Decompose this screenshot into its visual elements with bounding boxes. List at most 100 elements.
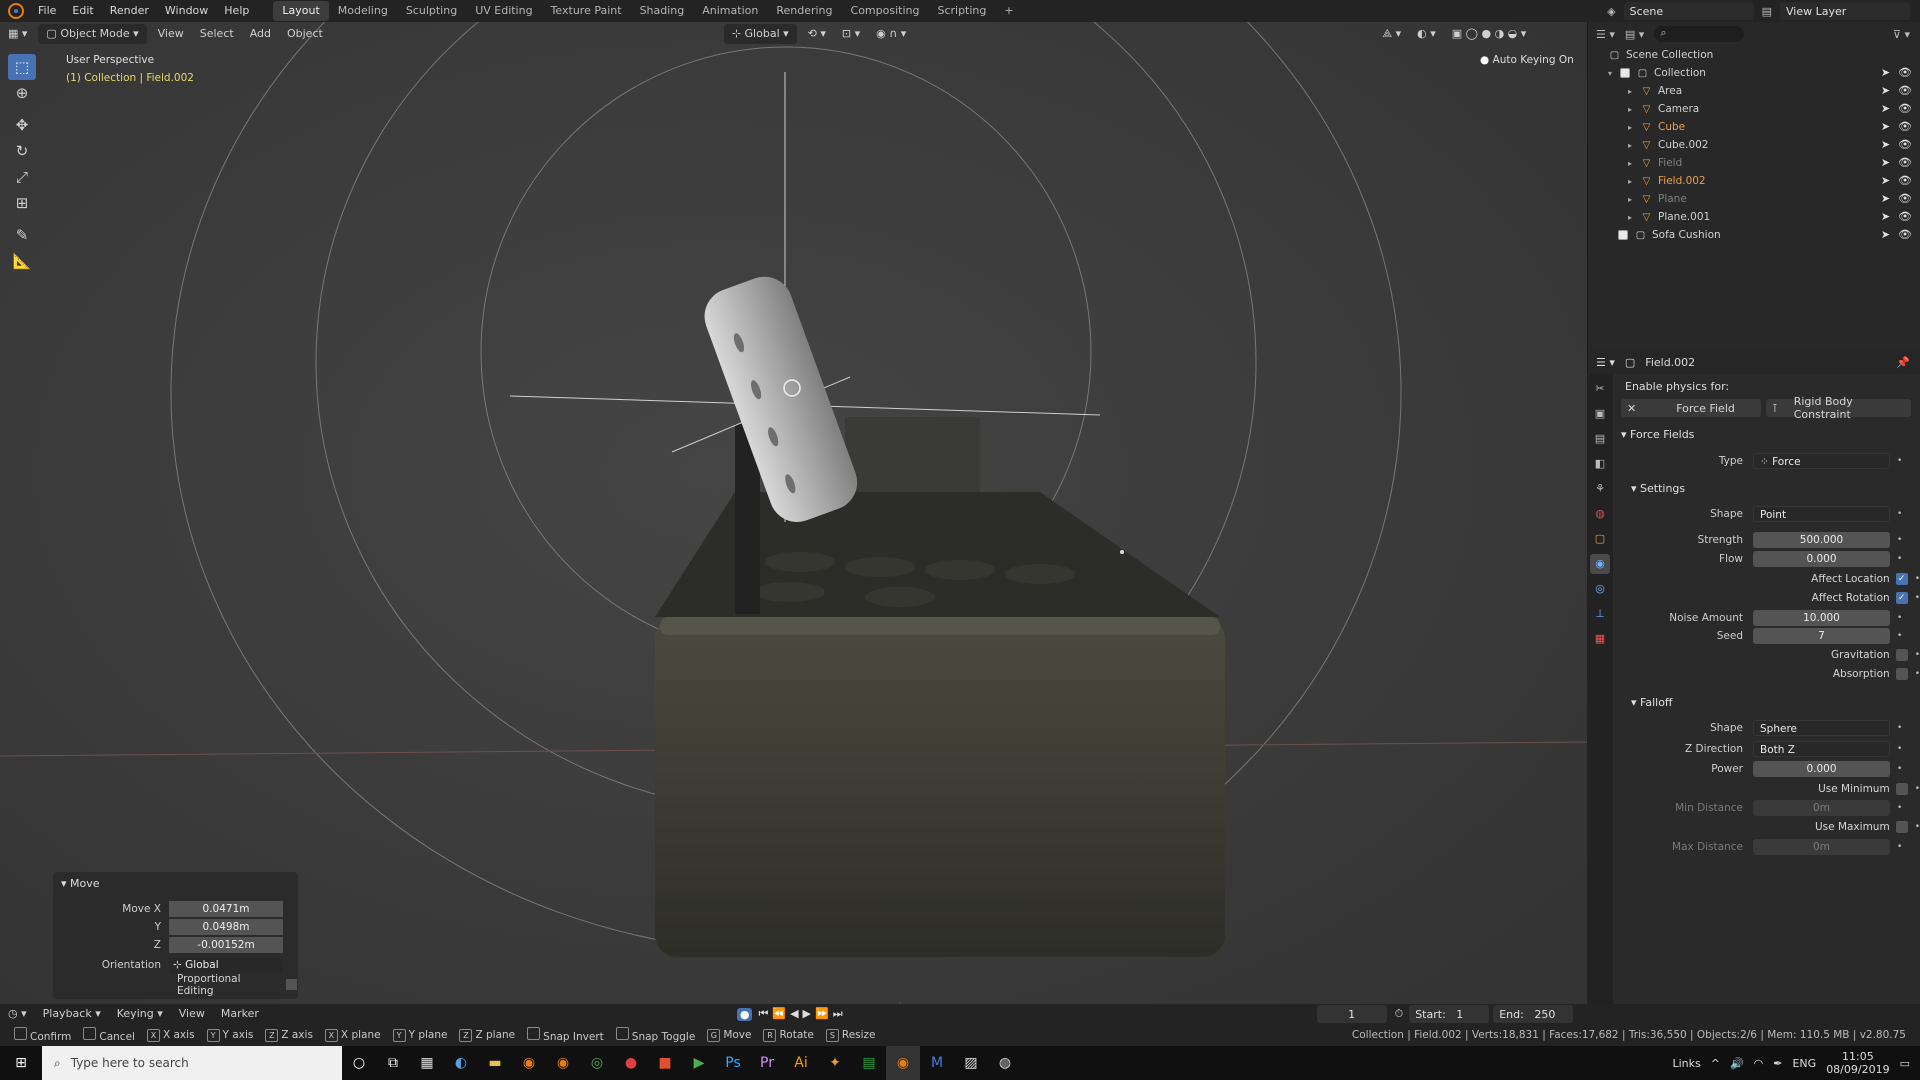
menu-edit[interactable]: Edit xyxy=(64,0,101,22)
scene-collection-row[interactable]: ▢ Scene Collection xyxy=(1588,46,1920,64)
gravitation-checkbox[interactable] xyxy=(1895,649,1908,661)
force-fields-section[interactable]: ▾ Force Fields xyxy=(1613,424,1920,444)
shading-modes-icon[interactable]: ▣ ◯ ● ◑ ◒ ▾ xyxy=(1444,24,1535,44)
add-workspace-icon[interactable]: + xyxy=(995,1,1022,21)
move-y-field[interactable]: 0.0498m xyxy=(169,918,283,935)
menu-select[interactable]: Select xyxy=(192,24,242,44)
expand-arrow-icon[interactable]: ▸ xyxy=(1628,105,1636,114)
max-distance-field[interactable]: 0m xyxy=(1753,839,1890,855)
photoshop-icon[interactable]: Ps xyxy=(716,1046,750,1080)
move-panel-title[interactable]: ▾ Move xyxy=(61,877,100,890)
expand-arrow-icon[interactable]: ▸ xyxy=(1628,195,1636,204)
noise-amount-field[interactable]: 10.000 xyxy=(1753,610,1890,626)
expand-arrow-icon[interactable]: ▸ xyxy=(1628,123,1636,132)
physics-tab-icon[interactable]: ◉ xyxy=(1590,554,1610,574)
taskbar-search-box[interactable]: ⌕ Type here to search xyxy=(42,1046,342,1080)
constraints-tab-icon[interactable]: ◎ xyxy=(1590,579,1610,599)
properties-type-icon[interactable]: ☰ ▾ xyxy=(1596,356,1615,369)
volume-icon[interactable]: 🔊 xyxy=(1730,1057,1744,1070)
photos-icon[interactable]: ▨ xyxy=(954,1046,988,1080)
select-arrow-icon[interactable]: ➤ xyxy=(1881,156,1890,169)
file-explorer-icon[interactable]: ▬ xyxy=(478,1046,512,1080)
tab-texture-paint[interactable]: Texture Paint xyxy=(542,1,631,21)
expand-arrow-icon[interactable]: ▸ xyxy=(1628,177,1636,186)
scene-selector[interactable]: Scene xyxy=(1623,2,1754,20)
select-arrow-icon[interactable]: ➤ xyxy=(1881,102,1890,115)
outliner-item[interactable]: ▸ ▽ Cube ➤ 👁 xyxy=(1588,118,1920,136)
tab-compositing[interactable]: Compositing xyxy=(842,1,929,21)
power-field[interactable]: 0.000 xyxy=(1753,761,1890,777)
orientation-selector[interactable]: ⊹ Global ▾ xyxy=(723,24,797,44)
editor-type-icon[interactable]: ▦ ▾ xyxy=(0,24,35,44)
playback-controls-icon[interactable]: ⏮⏪◀▶⏩⏭ xyxy=(758,1007,846,1021)
strength-field[interactable]: 500.000 xyxy=(1753,532,1890,548)
annotate-tool-icon[interactable]: ✎ xyxy=(8,222,36,248)
move-tool-icon[interactable]: ✥ xyxy=(8,112,36,138)
settings-section[interactable]: ▾ Settings xyxy=(1613,478,1920,498)
select-arrow-icon[interactable]: ➤ xyxy=(1881,228,1890,241)
record-button-icon[interactable]: ● xyxy=(736,1007,753,1021)
select-arrow-icon[interactable]: ➤ xyxy=(1881,120,1890,133)
calculator-icon[interactable]: ▦ xyxy=(410,1046,444,1080)
absorption-checkbox[interactable] xyxy=(1895,668,1908,680)
pivot-icon[interactable]: ⟲ ▾ xyxy=(800,24,834,44)
timeline-editor-icon[interactable]: ◷ ▾ xyxy=(0,1004,35,1024)
affect-rotation-checkbox[interactable]: ✓ xyxy=(1895,592,1908,604)
start-frame-field[interactable]: Start: 1 xyxy=(1409,1005,1490,1023)
app-multicolor-icon[interactable]: ✦ xyxy=(818,1046,852,1080)
tool-tab-icon[interactable]: ✂ xyxy=(1590,379,1610,399)
expand-arrow-icon[interactable]: ▸ xyxy=(1628,213,1636,222)
scene-tab-icon[interactable]: ⚘ xyxy=(1590,479,1610,499)
scene-icon[interactable]: ◈ xyxy=(1607,5,1615,18)
illustrator-icon[interactable]: Ai xyxy=(784,1046,818,1080)
collection-row[interactable]: ▾ ▢ Collection ➤ 👁 xyxy=(1588,64,1920,82)
menu-view[interactable]: View xyxy=(150,24,192,44)
gizmo-icon[interactable]: ⟁ ▾ xyxy=(1374,24,1409,44)
current-frame-field[interactable]: 1 xyxy=(1316,1005,1387,1023)
blender-active-icon[interactable]: ◉ xyxy=(886,1046,920,1080)
tab-shading[interactable]: Shading xyxy=(631,1,694,21)
seed-field[interactable]: 7 xyxy=(1753,628,1890,644)
outliner-item[interactable]: ▸ ▽ Area ➤ 👁 xyxy=(1588,82,1920,100)
outliner-search-icon[interactable]: ⌕ xyxy=(1654,26,1745,42)
language-indicator[interactable]: ENG xyxy=(1792,1057,1816,1070)
outliner-item[interactable]: ▸ ▽ Field ➤ 👁 xyxy=(1588,154,1920,172)
play-store-icon[interactable]: ▶ xyxy=(682,1046,716,1080)
tab-scripting[interactable]: Scripting xyxy=(928,1,995,21)
menu-marker[interactable]: Marker xyxy=(213,1004,267,1024)
visibility-eye-icon[interactable]: 👁 xyxy=(1898,210,1912,223)
measure-tool-icon[interactable]: 📐 xyxy=(8,248,36,274)
edge-icon[interactable]: ◐ xyxy=(444,1046,478,1080)
visibility-eye-icon[interactable]: 👁 xyxy=(1898,192,1912,205)
overlays-icon[interactable]: ◐ ▾ xyxy=(1409,24,1444,44)
menu-timeline-view[interactable]: View xyxy=(171,1004,213,1024)
outliner-item[interactable]: ▸ ▽ Camera ➤ 👁 xyxy=(1588,100,1920,118)
pen-icon[interactable]: ✒ xyxy=(1773,1057,1782,1070)
tab-rendering[interactable]: Rendering xyxy=(767,1,841,21)
filter-icon[interactable]: ⊽ ▾ xyxy=(1893,28,1920,41)
outliner-item[interactable]: ▸ ▽ Plane.001 ➤ 👁 xyxy=(1588,208,1920,226)
select-arrow-icon[interactable]: ➤ xyxy=(1881,174,1890,187)
affect-location-checkbox[interactable]: ✓ xyxy=(1895,573,1908,585)
output-tab-icon[interactable]: ▤ xyxy=(1590,429,1610,449)
pin-icon[interactable]: 📌 xyxy=(1896,356,1920,369)
use-maximum-checkbox[interactable] xyxy=(1895,821,1908,833)
display-mode-icon[interactable]: ▤ ▾ xyxy=(1625,28,1644,41)
blender-taskbar-icon[interactable]: ◉ xyxy=(512,1046,546,1080)
tab-layout[interactable]: Layout xyxy=(273,1,329,21)
network-icon[interactable]: ◠ xyxy=(1754,1057,1764,1070)
min-distance-field[interactable]: 0m xyxy=(1753,800,1890,816)
visibility-eye-icon[interactable]: 👁 xyxy=(1898,102,1912,115)
notifications-icon[interactable]: ▭ xyxy=(1900,1057,1910,1070)
app-red-icon[interactable]: ● xyxy=(614,1046,648,1080)
transform-tool-icon[interactable]: ⊞ xyxy=(8,190,36,216)
proportional-editing-checkbox[interactable] xyxy=(286,979,297,990)
type-dropdown[interactable]: ⁘ Force xyxy=(1753,453,1890,469)
cursor-tool-icon[interactable]: ⊕ xyxy=(8,80,36,106)
outliner-item[interactable]: ▸ ▽ Field.002 ➤ 👁 xyxy=(1588,172,1920,190)
tab-animation[interactable]: Animation xyxy=(693,1,767,21)
use-minimum-checkbox[interactable] xyxy=(1895,783,1908,795)
sofa-cushion-checkbox[interactable] xyxy=(1618,230,1628,240)
app-green-icon[interactable]: ▤ xyxy=(852,1046,886,1080)
force-field-button[interactable]: ✕ Force Field xyxy=(1621,399,1761,417)
